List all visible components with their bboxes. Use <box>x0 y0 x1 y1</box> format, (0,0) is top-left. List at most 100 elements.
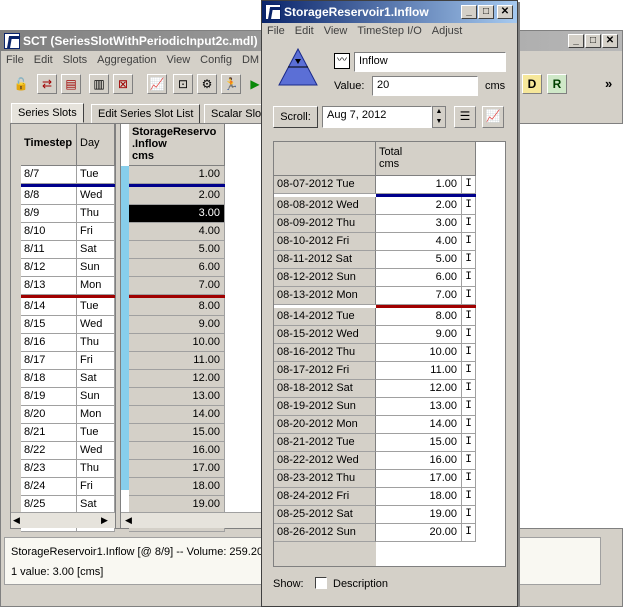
delete-slot-icon[interactable]: ⊠ <box>113 74 133 94</box>
sct-day-cell[interactable]: Mon <box>77 406 115 424</box>
dialog-date-cell[interactable]: 08-10-2012 Fri <box>274 233 376 251</box>
col-header-slot[interactable]: StorageReservo .Inflow cms <box>129 124 225 166</box>
dialog-date-cell[interactable]: 08-16-2012 Thu <box>274 344 376 362</box>
sct-menu-file[interactable]: File <box>1 52 29 68</box>
dialog-date-cell[interactable]: 08-11-2012 Sat <box>274 251 376 269</box>
sct-value-cell[interactable]: 6.00 <box>129 259 225 277</box>
right-h-scrollbar[interactable]: ◀ <box>121 512 261 528</box>
scroll-button[interactable]: Scroll: <box>273 106 318 128</box>
sct-day-cell[interactable]: Sun <box>77 388 115 406</box>
dialog-close-button[interactable]: ✕ <box>497 5 513 19</box>
sct-timestep-cell[interactable]: 8/22 <box>21 442 77 460</box>
table-layout-icon[interactable]: ▤ <box>61 74 81 94</box>
sct-timestep-cell[interactable]: 8/14 <box>21 298 77 316</box>
sct-value-cell[interactable]: 5.00 <box>129 241 225 259</box>
scroll-right-arrow-icon[interactable]: ▶ <box>101 515 108 526</box>
sct-day-cell[interactable]: Tue <box>77 424 115 442</box>
scroll-left-arrow2-icon[interactable]: ◀ <box>125 515 132 526</box>
sct-menu-aggregation[interactable]: Aggregation <box>92 52 161 68</box>
sct-day-cell[interactable]: Wed <box>77 187 115 205</box>
sct-value-cell[interactable]: 2.00 <box>129 187 225 205</box>
dialog-value-cell[interactable]: 8.00 <box>376 308 462 326</box>
sct-timestep-cell[interactable]: 8/20 <box>21 406 77 424</box>
sct-day-cell[interactable]: Thu <box>77 334 115 352</box>
sct-day-cell[interactable]: Fri <box>77 223 115 241</box>
dialog-value-cell[interactable]: 7.00 <box>376 287 462 305</box>
dialog-date-cell[interactable]: 08-26-2012 Sun <box>274 524 376 542</box>
plot-view-button[interactable]: 📈 <box>482 106 504 128</box>
dialog-value-cell[interactable]: 12.00 <box>376 380 462 398</box>
sct-day-cell[interactable]: Sat <box>77 241 115 259</box>
dialog-value-cell[interactable]: 9.00 <box>376 326 462 344</box>
col-header-timestep[interactable]: Timestep <box>21 124 77 166</box>
sct-value-cell[interactable]: 1.00 <box>129 166 225 184</box>
dialog-value-cell[interactable]: 1.00 <box>376 176 462 194</box>
sct-timestep-cell[interactable]: 8/23 <box>21 460 77 478</box>
sct-menu-config[interactable]: Config <box>195 52 237 68</box>
dialog-value-cell[interactable]: 13.00 <box>376 398 462 416</box>
sct-minimize-button[interactable]: _ <box>568 34 584 48</box>
slot-name-field[interactable]: Inflow <box>354 52 506 72</box>
sct-timestep-cell[interactable]: 8/12 <box>21 259 77 277</box>
sct-timestep-cell[interactable]: 8/9 <box>21 205 77 223</box>
dialog-date-cell[interactable]: 08-18-2012 Sat <box>274 380 376 398</box>
sct-maximize-button[interactable]: □ <box>585 34 601 48</box>
column-select-icon[interactable]: ▥ <box>89 74 109 94</box>
sct-timestep-cell[interactable]: 8/15 <box>21 316 77 334</box>
scroll-left-arrow-icon[interactable]: ◀ <box>13 515 20 526</box>
sct-value-cell[interactable]: 8.00 <box>129 298 225 316</box>
sct-menu-view[interactable]: View <box>162 52 196 68</box>
dialog-value-cell[interactable]: 4.00 <box>376 233 462 251</box>
sct-value-cell[interactable]: 13.00 <box>129 388 225 406</box>
sct-timestep-cell[interactable]: 8/10 <box>21 223 77 241</box>
dialog-date-cell[interactable]: 08-07-2012 Tue <box>274 176 376 194</box>
sct-day-cell[interactable]: Fri <box>77 352 115 370</box>
dialog-date-cell[interactable]: 08-14-2012 Tue <box>274 308 376 326</box>
dialog-date-cell[interactable]: 08-09-2012 Thu <box>274 215 376 233</box>
config-icon[interactable]: ⚙ <box>197 74 217 94</box>
dialog-date-cell[interactable]: 08-19-2012 Sun <box>274 398 376 416</box>
sct-day-cell[interactable]: Tue <box>77 166 115 184</box>
sct-value-cell[interactable]: 17.00 <box>129 460 225 478</box>
sct-menu-dm[interactable]: DM <box>237 52 264 68</box>
spin-down-icon[interactable]: ▼ <box>433 117 445 127</box>
dialog-date-cell[interactable]: 08-23-2012 Thu <box>274 470 376 488</box>
left-h-scrollbar[interactable]: ◀ ▶ <box>11 512 115 528</box>
sct-day-cell[interactable]: Wed <box>77 442 115 460</box>
dialog-date-cell[interactable]: 08-13-2012 Mon <box>274 287 376 305</box>
sct-menu-slots[interactable]: Slots <box>58 52 92 68</box>
dialog-value-cell[interactable]: 14.00 <box>376 416 462 434</box>
sct-value-cell[interactable]: 4.00 <box>129 223 225 241</box>
sct-value-cell[interactable]: 3.00 <box>129 205 225 223</box>
toolbar-more-icon[interactable]: » <box>605 76 612 91</box>
dialog-value-cell[interactable]: 3.00 <box>376 215 462 233</box>
dialog-minimize-button[interactable]: _ <box>461 5 477 19</box>
sct-timestep-cell[interactable]: 8/8 <box>21 187 77 205</box>
dialog-date-cell[interactable]: 08-20-2012 Mon <box>274 416 376 434</box>
tab-edit-series-slot-list[interactable]: Edit Series Slot List <box>91 104 201 124</box>
tab-series-slots[interactable]: Series Slots <box>11 103 84 123</box>
value-field[interactable]: 20 <box>372 76 478 96</box>
sct-value-cell[interactable]: 14.00 <box>129 406 225 424</box>
stats-icon[interactable]: ⊡ <box>173 74 193 94</box>
sct-timestep-cell[interactable]: 8/13 <box>21 277 77 295</box>
sct-day-cell[interactable]: Mon <box>77 277 115 295</box>
dialog-value-cell[interactable]: 10.00 <box>376 344 462 362</box>
sct-timestep-cell[interactable]: 8/19 <box>21 388 77 406</box>
sct-value-cell[interactable]: 7.00 <box>129 277 225 295</box>
dialog-value-cell[interactable]: 5.00 <box>376 251 462 269</box>
dialog-value-cell[interactable]: 16.00 <box>376 452 462 470</box>
dialog-date-cell[interactable]: 08-12-2012 Sun <box>274 269 376 287</box>
dialog-date-cell[interactable]: 08-21-2012 Tue <box>274 434 376 452</box>
col-header-day[interactable]: Day <box>77 124 115 166</box>
sct-timestep-cell[interactable]: 8/16 <box>21 334 77 352</box>
sct-timestep-cell[interactable]: 8/7 <box>21 166 77 184</box>
sct-timestep-cell[interactable]: 8/24 <box>21 478 77 496</box>
sct-timestep-cell[interactable]: 8/18 <box>21 370 77 388</box>
run-person-icon[interactable]: 🏃 <box>221 74 241 94</box>
dialog-col-header-total[interactable]: Total cms <box>376 142 476 176</box>
sct-value-cell[interactable]: 16.00 <box>129 442 225 460</box>
sct-close-button[interactable]: ✕ <box>602 34 618 48</box>
sct-day-cell[interactable]: Thu <box>77 460 115 478</box>
dialog-value-cell[interactable]: 15.00 <box>376 434 462 452</box>
